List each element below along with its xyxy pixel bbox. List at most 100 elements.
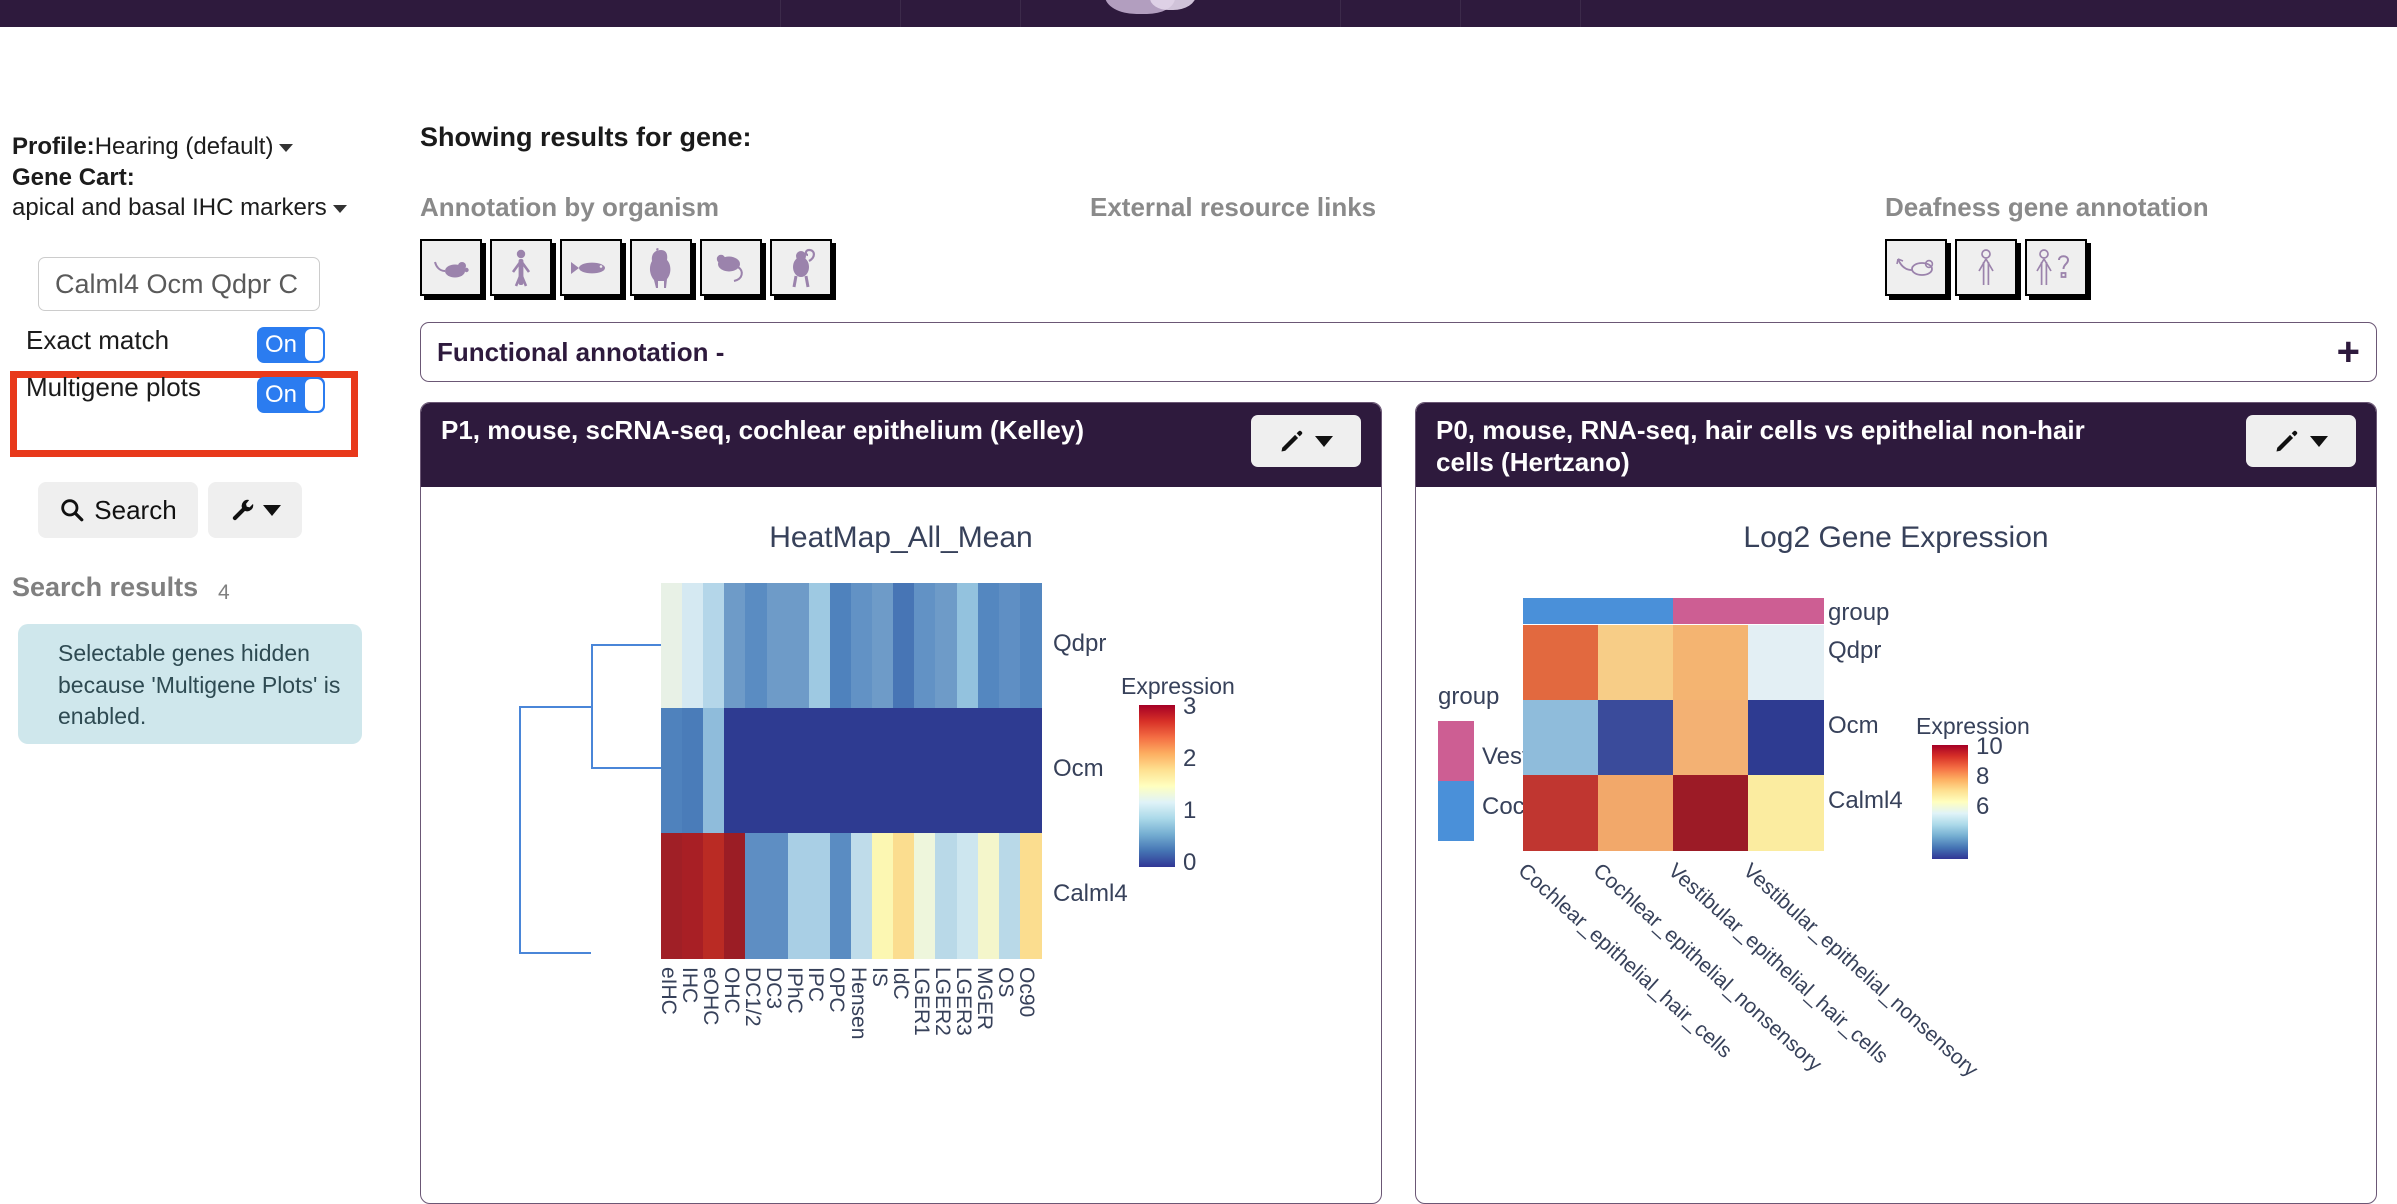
heatmap-column-labels: Cochlear_epithelial_hair_cells Cochlear_e… [1514,855,2123,1155]
organism-button-chicken[interactable] [630,239,692,296]
toggle-knob [305,329,323,361]
exact-match-label: Exact match [26,325,170,355]
card-edit-menu[interactable] [2246,415,2356,467]
multigene-notice: Selectable genes hidden because 'Multige… [18,624,362,744]
heatmap-grid [661,583,1042,959]
heatmap-cell [851,833,873,959]
dendrogram-node-1 [591,644,661,769]
expand-plus-icon[interactable]: + [2337,332,2360,372]
nav-divider [1020,0,1021,27]
heatmap-column-labels: eIHC IHC eOHC OHC DC1/2 DC3 IPhC IPC OPC Hensen IS… [657,963,1041,1113]
heatmap-cell [935,708,958,834]
pencil-icon [1281,430,1303,452]
heatmap-cell [977,583,1000,709]
dendrogram-node-2 [519,706,591,954]
deafness-button-mouse[interactable] [1885,239,1947,296]
heatmap-column-label: Hensen [846,967,870,1040]
human-outline-icon [1978,248,1994,285]
deafness-button-human[interactable] [1955,239,2017,296]
heatmap-cell [1748,700,1824,776]
chevron-down-icon [2310,435,2328,447]
main-content: Showing results for gene: Annotation by … [400,27,2397,1204]
heatmap-cell [766,708,789,834]
deafness-button-human-unknown[interactable] [2025,239,2087,296]
nav-divider [1580,0,1581,27]
nav-divider [1340,0,1341,27]
heatmap-cell [829,583,852,709]
heatmap-cell [935,583,958,709]
group-legend-swatch [1438,781,1474,841]
colorbar-gradient [1932,745,1968,859]
organism-button-human[interactable] [490,239,552,296]
dataset-card-kelley: P1, mouse, scRNA-seq, cochlear epitheliu… [420,402,1382,1204]
organism-button-mouse[interactable] [420,239,482,296]
gene-search-input[interactable] [38,257,320,311]
heatmap-row-label: Qdpr [1828,637,1882,664]
heatmap-cell [1598,700,1674,776]
colorbar-tick: 10 [1976,733,2003,760]
heatmap-column-label: eIHC [656,967,680,1015]
organism-button-zebrafish[interactable] [560,239,622,296]
card-header: P1, mouse, scRNA-seq, cochlear epitheliu… [421,403,1381,487]
search-button[interactable]: Search [38,482,198,538]
group-annotation-cell [1748,598,1824,624]
gene-cart-selector[interactable]: apical and basal IHC markers [12,193,347,224]
exact-match-toggle[interactable]: On [257,327,325,363]
heatmap-cell [661,833,683,959]
heatmap-cell [745,708,768,834]
heatmap-cell [998,833,1021,959]
mouse-icon [434,261,469,277]
group-legend-title: group [1438,683,1500,710]
organism-button-rat[interactable] [700,239,762,296]
multigene-plots-label: Multigene plots [26,372,201,402]
heatmap-cell [977,833,1000,959]
card-edit-menu[interactable] [1251,415,1361,467]
heatmap-cell [1019,708,1042,834]
profile-label: Profile: [12,133,95,160]
deafness-gene-annotation-header: Deafness gene annotation [1885,192,2209,222]
heatmap-row-label: Calml4 [1828,787,1903,814]
heatmap-cell [1673,625,1749,701]
heatmap-cell [893,833,915,959]
heatmap-cell [956,708,979,834]
profile-selector[interactable]: Profile:Hearing (default) [12,132,294,163]
heatmap-cell [935,833,958,959]
heatmap-cell [682,833,704,959]
heatmap-cell [956,833,979,959]
heatmap-cell [724,708,747,834]
heatmap-cell [872,708,894,834]
heatmap-row-label: Qdpr [1053,630,1107,657]
heatmap-cell [703,708,725,834]
organism-button-macaque[interactable] [770,239,832,296]
heatmap-cell [998,708,1021,834]
card-title: P0, mouse, RNA-seq, hair cells vs epithe… [1436,415,2085,477]
heatmap-cell [872,583,894,709]
search-results-count: 4 [218,581,230,604]
heatmap-cell [1523,775,1599,851]
heatmap-cell [829,708,852,834]
human-question-outline-icon [2036,248,2070,285]
chevron-down-icon [279,143,294,152]
heatmap-cell [661,708,683,834]
heatmap-cell [1523,700,1599,776]
heatmap-cell [766,583,789,709]
heatmap-cell [829,833,852,959]
card-header: P0, mouse, RNA-seq, hair cells vs epithe… [1416,403,2376,487]
plot-title: Log2 Gene Expression [1743,521,2049,554]
nav-divider [1460,0,1461,27]
multigene-plots-toggle[interactable]: On [257,377,325,413]
colorbar-tick: 3 [1183,693,1197,720]
mouse-outline-icon [1896,257,1934,276]
heatmap-cell [914,708,937,834]
heatmap-cell [682,708,704,834]
search-tools-button[interactable] [208,482,302,538]
heatmap-cell [851,583,873,709]
functional-annotation-accordion[interactable]: Functional annotation - + [420,322,2377,382]
chevron-down-icon [263,504,281,516]
rat-icon [716,254,743,282]
heatmap-cell [1748,775,1824,851]
heatmap-cell [703,833,725,959]
top-navigation-bar [0,0,2397,27]
heatmap-cell [851,708,873,834]
heatmap-cell [1598,775,1674,851]
